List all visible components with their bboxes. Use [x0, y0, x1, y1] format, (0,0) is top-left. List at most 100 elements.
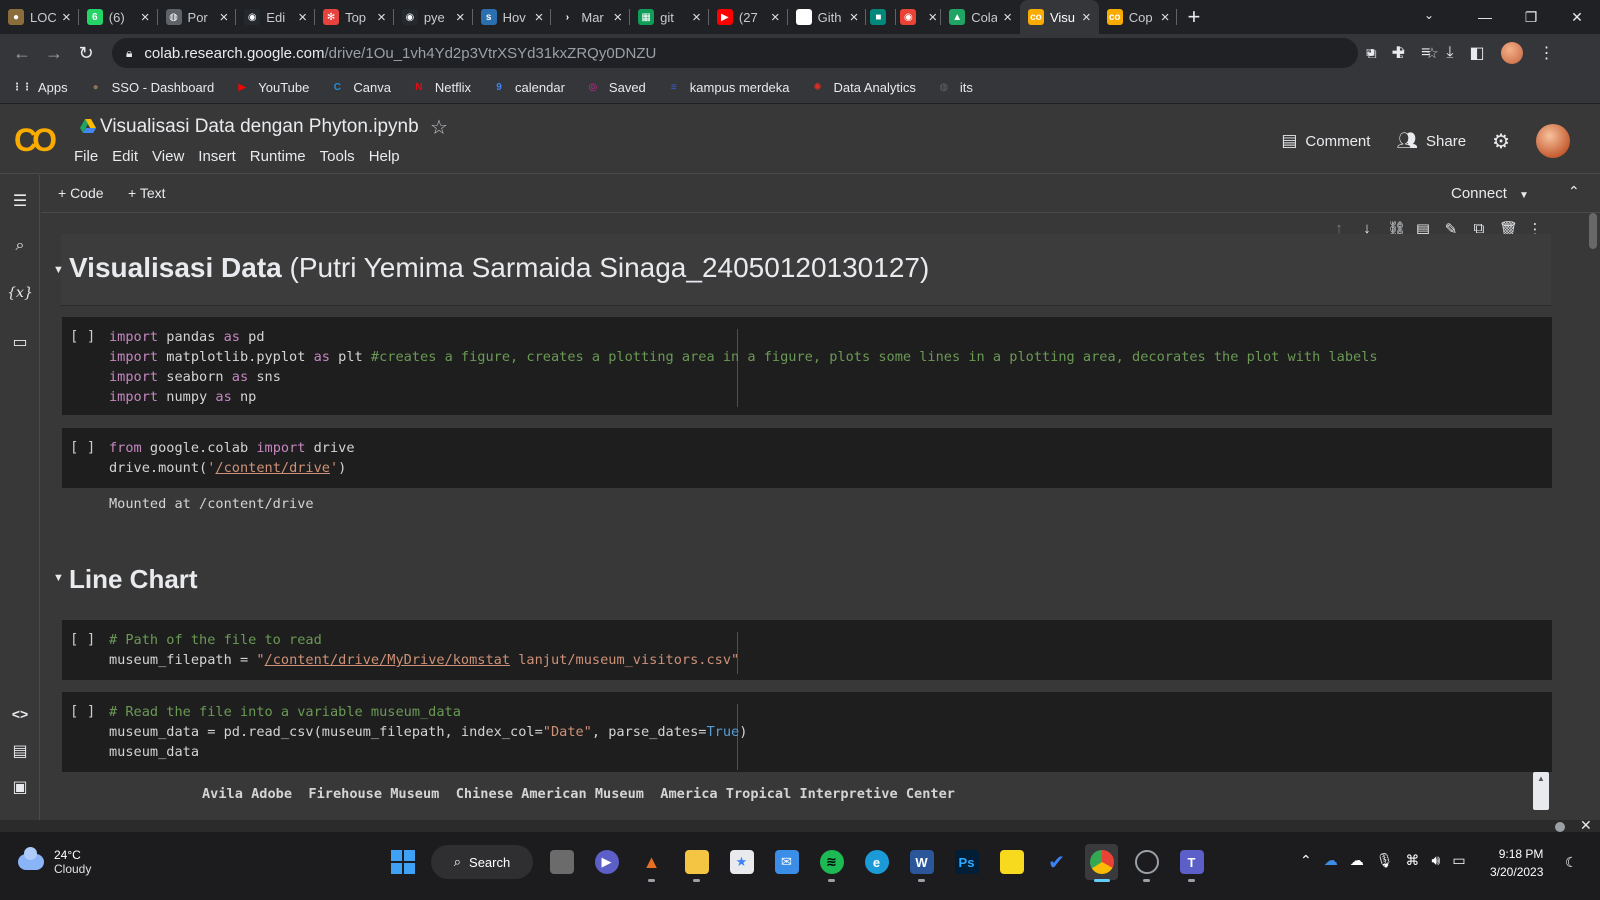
run-cell-button[interactable]: [ ]	[70, 632, 95, 648]
variables-icon[interactable]: {x}	[0, 285, 40, 301]
notebook-scrollbar[interactable]	[1589, 213, 1597, 249]
run-cell-button[interactable]: [ ]	[70, 704, 95, 720]
close-tab-icon[interactable]: ×	[1082, 9, 1091, 26]
browser-tab[interactable]: 6 (6) ×	[79, 0, 158, 34]
add-text-cell-button[interactable]: + Text	[128, 185, 166, 201]
share-button[interactable]: 👥︎ Share	[1396, 131, 1466, 151]
account-avatar[interactable]	[1536, 124, 1570, 158]
menu-file[interactable]: File	[74, 148, 98, 165]
files-folder-icon[interactable]: ▭	[0, 332, 40, 352]
browser-tab[interactable]: ◉ Edi ×	[236, 0, 315, 34]
bookmark-item[interactable]: ▶ YouTube	[234, 80, 309, 96]
markdown-cell-line-chart[interactable]: ▼ Line Chart	[53, 552, 1551, 606]
taskbar-store[interactable]: ★	[725, 844, 758, 880]
start-button[interactable]	[386, 844, 419, 880]
close-tab-icon[interactable]: ×	[1161, 9, 1170, 26]
browser-tab[interactable]: ● LOC ×	[0, 0, 79, 34]
taskbar-photoshop[interactable]: Ps	[950, 844, 983, 880]
lens-extension-icon[interactable]: ◕	[1366, 44, 1376, 62]
browser-tab[interactable]: ▲ Cola ×	[941, 0, 1020, 34]
run-cell-button[interactable]: [ ]	[70, 329, 95, 345]
volume-icon[interactable]: 🔊︎	[1432, 852, 1441, 869]
colab-logo[interactable]: CO	[14, 122, 57, 159]
menu-view[interactable]: View	[152, 148, 184, 165]
browser-tab[interactable]: co Cop ×	[1099, 0, 1178, 34]
code-snippets-icon[interactable]: <>	[0, 706, 40, 722]
taskbar-mail[interactable]: ✉	[770, 844, 803, 880]
network-icon[interactable]: ⌘	[1406, 852, 1420, 869]
reload-icon[interactable]: ↻	[70, 43, 102, 64]
bookmark-item[interactable]: 9 calendar	[491, 80, 565, 96]
bookmark-item[interactable]: C Canva	[329, 80, 391, 96]
taskbar-matlab[interactable]: ▲	[635, 844, 668, 882]
forward-icon[interactable]: →	[38, 43, 70, 64]
search-icon[interactable]: ⌕	[0, 237, 40, 255]
extensions-puzzle-icon[interactable]: ✚	[1392, 43, 1405, 63]
browser-tab[interactable]: co Visu ×	[1019, 0, 1099, 34]
microphone-icon[interactable]: 🎙︎	[1376, 852, 1394, 869]
taskbar-edge[interactable]: e	[860, 844, 893, 880]
close-tab-icon[interactable]: ×	[1003, 9, 1012, 26]
close-tab-icon[interactable]: ×	[141, 9, 150, 26]
google-drive-icon[interactable]	[80, 118, 96, 134]
menu-tools[interactable]: Tools	[320, 148, 355, 165]
close-tab-icon[interactable]: ×	[771, 9, 780, 26]
close-tab-icon[interactable]: ×	[456, 9, 465, 26]
menu-runtime[interactable]: Runtime	[250, 148, 306, 165]
back-icon[interactable]: ←	[6, 43, 38, 64]
taskbar-file-explorer[interactable]	[680, 844, 713, 882]
tray-overflow-chevron-icon[interactable]: ⌃	[1300, 852, 1312, 869]
table-of-contents-icon[interactable]: ☰	[0, 191, 40, 211]
bookmark-item[interactable]: ◎ Saved	[585, 80, 646, 96]
media-queue-icon[interactable]: ≡	[1421, 44, 1430, 62]
markdown-cell-title[interactable]: ▼ Visualisasi Data (Putri Yemima Sarmaid…	[53, 234, 1551, 306]
task-view-button[interactable]	[545, 844, 578, 880]
close-tab-icon[interactable]: ×	[850, 9, 859, 26]
terminal-icon[interactable]: ▣	[0, 777, 40, 797]
chrome-menu-icon[interactable]: ⋮	[1539, 43, 1555, 63]
bookmark-item[interactable]: ⋮⋮ Apps	[12, 80, 68, 96]
browser-tab[interactable]: ■	[866, 0, 897, 34]
browser-tab[interactable]: ✻ Top ×	[315, 0, 394, 34]
onedrive-icon[interactable]: ☁	[1324, 852, 1338, 869]
bookmark-item[interactable]: ✺ Data Analytics	[810, 80, 916, 96]
close-tab-icon[interactable]: ×	[220, 9, 229, 26]
code-cell-read-csv[interactable]: [ ] # Read the file into a variable muse…	[62, 692, 1552, 772]
collapse-header-icon[interactable]: ⌃	[1568, 183, 1580, 200]
bookmark-item[interactable]: N Netflix	[411, 80, 471, 96]
browser-tab[interactable]: ◉ pye ×	[394, 0, 473, 34]
code-editor[interactable]: import pandas as pd import matplotlib.py…	[109, 327, 1378, 407]
battery-icon[interactable]: ▭	[1452, 852, 1465, 869]
side-panel-icon[interactable]: ◧	[1470, 43, 1485, 63]
bookmark-item[interactable]: ● SSO - Dashboard	[88, 80, 215, 96]
browser-tab[interactable]: ▶ (27 ×	[709, 0, 788, 34]
taskbar-todo[interactable]: ✔	[1040, 844, 1073, 880]
new-tab-button[interactable]: +	[1187, 4, 1200, 30]
browser-tab[interactable]: ◉ ×	[896, 0, 941, 34]
close-tab-icon[interactable]: ×	[613, 9, 622, 26]
taskbar-word[interactable]: W	[905, 844, 938, 882]
browser-tab[interactable]: › Mar ×	[551, 0, 630, 34]
taskbar-spotify[interactable]: ≋	[815, 844, 848, 882]
browser-tab[interactable]: m Gith ×	[788, 0, 867, 34]
add-code-cell-button[interactable]: + Code	[58, 185, 104, 201]
address-bar[interactable]: 🔒︎ colab.research.google.com/drive/1Ou_1…	[112, 38, 1439, 68]
browser-tab[interactable]: s Hov ×	[473, 0, 552, 34]
taskbar-chat[interactable]: ▶	[590, 844, 623, 880]
comment-button[interactable]: ▤ Comment	[1281, 131, 1370, 151]
code-editor[interactable]: # Read the file into a variable museum_d…	[109, 702, 747, 762]
code-cell-imports[interactable]: [ ] import pandas as pd import matplotli…	[62, 317, 1552, 415]
bookmark-item[interactable]: ◍ its	[936, 80, 973, 96]
close-tab-icon[interactable]: ×	[298, 9, 307, 26]
code-cell-drive-mount[interactable]: [ ] from google.colab import drive drive…	[62, 428, 1552, 488]
browser-tab[interactable]: ◍ Por ×	[158, 0, 237, 34]
lock-icon[interactable]: 🔒︎	[126, 46, 132, 61]
browser-tab[interactable]: ▦ git ×	[630, 0, 709, 34]
taskbar-search-app[interactable]	[1130, 844, 1163, 882]
profile-avatar[interactable]	[1500, 42, 1523, 64]
menu-insert[interactable]: Insert	[198, 148, 236, 165]
close-tab-icon[interactable]: ×	[928, 9, 937, 26]
code-cell-filepath[interactable]: [ ] # Path of the file to read museum_fi…	[62, 620, 1552, 680]
minimize-button[interactable]: —	[1462, 9, 1508, 25]
run-cell-button[interactable]: [ ]	[70, 440, 95, 456]
